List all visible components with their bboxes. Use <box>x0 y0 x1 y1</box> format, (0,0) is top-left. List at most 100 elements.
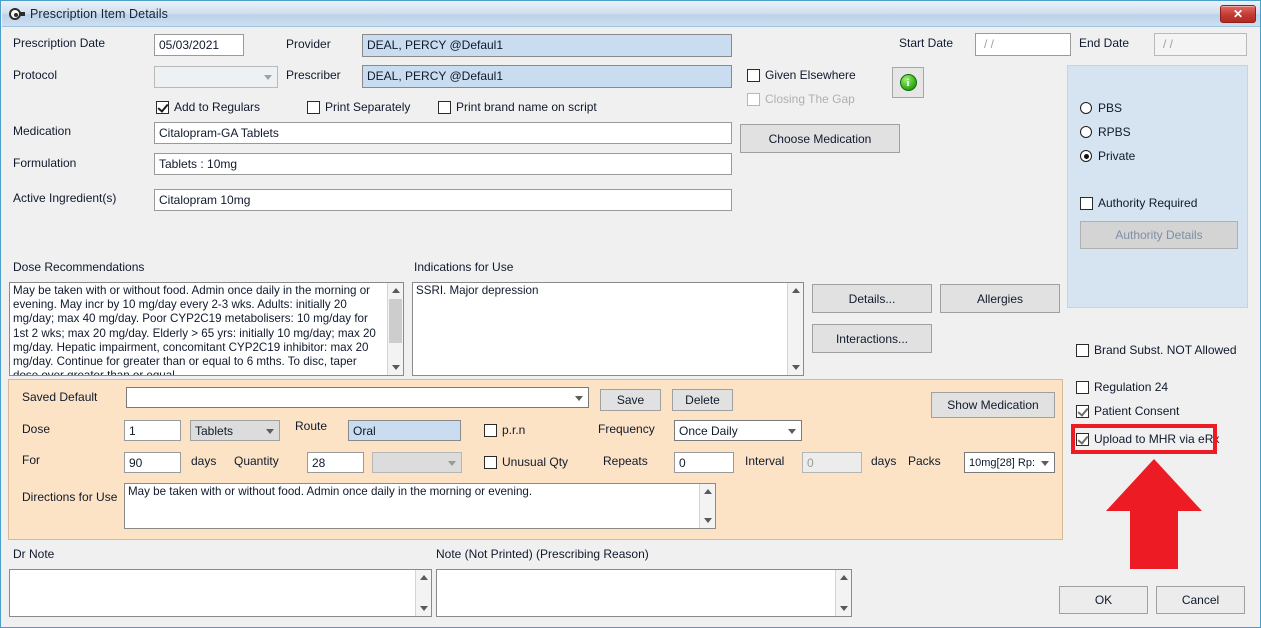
scrollbar-vertical[interactable] <box>387 283 403 375</box>
given-elsewhere-label: Given Elsewhere <box>765 68 856 82</box>
dose-details-panel: Saved Default Save Delete Show Medicatio… <box>8 379 1063 540</box>
patient-consent-label: Patient Consent <box>1094 404 1180 418</box>
prescriber-input[interactable]: DEAL, PERCY @Defaul1 <box>362 65 732 88</box>
checkbox-box <box>156 100 169 114</box>
unusual-qty-checkbox[interactable]: Unusual Qty <box>484 455 568 469</box>
red-arrow-annotation <box>1106 459 1202 569</box>
choose-medication-button[interactable]: Choose Medication <box>740 124 900 153</box>
benefit-type-panel: PBS RPBS Private Authority Required Auth… <box>1067 65 1248 308</box>
scroll-down-icon[interactable] <box>836 601 851 616</box>
quantity-input[interactable]: 28 <box>307 452 364 473</box>
radio-rpbs-label: RPBS <box>1098 125 1131 139</box>
authority-details-button[interactable]: Authority Details <box>1080 221 1238 249</box>
info-button[interactable]: i <box>892 67 924 98</box>
indications-textarea[interactable]: SSRI. Major depression <box>412 282 804 376</box>
closing-the-gap-checkbox[interactable]: Closing The Gap <box>747 92 855 106</box>
close-button[interactable]: ✕ <box>1220 5 1256 23</box>
prescription-date-label: Prescription Date <box>13 36 106 50</box>
allergies-button[interactable]: Allergies <box>940 284 1060 313</box>
checkbox-box <box>1076 404 1089 418</box>
ok-button[interactable]: OK <box>1059 586 1148 614</box>
days-label: days <box>191 454 217 468</box>
radio-private[interactable]: Private <box>1080 149 1135 163</box>
chevron-down-icon <box>1041 460 1049 466</box>
prescribing-reason-textarea[interactable] <box>436 569 852 617</box>
radio-pbs[interactable]: PBS <box>1080 101 1122 115</box>
dose-input[interactable]: 1 <box>124 420 181 441</box>
directions-textarea[interactable]: May be taken with or without food. Admin… <box>124 483 716 529</box>
scroll-thumb[interactable] <box>389 299 402 343</box>
delete-button[interactable]: Delete <box>672 389 733 411</box>
repeats-label: Repeats <box>603 454 648 468</box>
interval-label: Interval <box>745 454 785 468</box>
scrollbar-vertical[interactable] <box>699 484 715 528</box>
patient-consent-checkbox[interactable]: Patient Consent <box>1076 404 1179 418</box>
interactions-button[interactable]: Interactions... <box>812 324 932 353</box>
brand-subst-not-allowed-checkbox[interactable]: Brand Subst. NOT Allowed <box>1076 343 1237 357</box>
scrollbar-vertical[interactable] <box>835 570 851 616</box>
scroll-down-icon[interactable] <box>416 601 431 616</box>
given-elsewhere-checkbox[interactable]: Given Elsewhere <box>747 68 856 82</box>
show-medication-button[interactable]: Show Medication <box>931 392 1055 418</box>
scroll-up-icon[interactable] <box>388 283 403 298</box>
protocol-combo[interactable] <box>154 66 278 88</box>
print-separately-checkbox[interactable]: Print Separately <box>307 100 410 114</box>
provider-input[interactable]: DEAL, PERCY @Defaul1 <box>362 34 732 57</box>
dose-recommendations-label: Dose Recommendations <box>13 260 145 274</box>
print-brand-name-checkbox[interactable]: Print brand name on script <box>438 100 597 114</box>
unusual-qty-label: Unusual Qty <box>502 455 569 469</box>
details-button[interactable]: Details... <box>812 284 932 313</box>
interval-input[interactable]: 0 <box>802 452 862 473</box>
prescription-icon <box>9 7 25 21</box>
medication-label: Medication <box>13 124 72 138</box>
scrollbar-vertical[interactable] <box>787 283 803 375</box>
end-date-input[interactable]: / / <box>1154 33 1247 56</box>
scroll-up-icon[interactable] <box>836 570 851 585</box>
scrollbar-vertical[interactable] <box>415 570 431 616</box>
start-date-label: Start Date <box>899 36 954 50</box>
dose-recommendations-text: May be taken with or without food. Admin… <box>13 284 380 376</box>
frequency-combo[interactable]: Once Daily <box>674 420 802 441</box>
prn-checkbox[interactable]: p.r.n <box>484 423 525 437</box>
checkbox-box <box>1076 343 1089 357</box>
scroll-up-icon[interactable] <box>788 283 803 298</box>
indications-text: SSRI. Major depression <box>416 284 539 297</box>
radio-dot <box>1080 102 1092 114</box>
active-ingredients-input[interactable]: Citalopram 10mg <box>154 189 732 211</box>
prescribing-reason-label: Note (Not Printed) (Prescribing Reason) <box>436 547 649 561</box>
directions-text: May be taken with or without food. Admin… <box>128 485 533 498</box>
dr-note-label: Dr Note <box>13 547 55 561</box>
packs-combo[interactable]: 10mg[28] Rp: <box>964 452 1055 473</box>
cancel-button[interactable]: Cancel <box>1156 586 1245 614</box>
prescription-date-input[interactable]: 05/03/2021 <box>154 34 244 56</box>
save-button[interactable]: Save <box>600 389 661 411</box>
formulation-label: Formulation <box>13 156 77 170</box>
checkbox-box <box>1076 380 1089 394</box>
checkbox-box <box>484 455 497 469</box>
formulation-input[interactable]: Tablets : 10mg <box>154 153 732 175</box>
dose-recommendations-textarea[interactable]: May be taken with or without food. Admin… <box>9 282 404 376</box>
dr-note-textarea[interactable] <box>9 569 432 617</box>
route-input[interactable]: Oral <box>348 420 461 441</box>
scroll-down-icon[interactable] <box>388 360 403 375</box>
checkbox-box <box>438 100 451 114</box>
add-to-regulars-checkbox[interactable]: Add to Regulars <box>156 100 260 114</box>
scroll-up-icon[interactable] <box>416 570 431 585</box>
radio-rpbs[interactable]: RPBS <box>1080 125 1131 139</box>
scroll-down-icon[interactable] <box>700 513 715 528</box>
medication-input[interactable]: Citalopram-GA Tablets <box>154 122 732 144</box>
dose-unit-combo[interactable]: Tablets <box>190 420 280 441</box>
repeats-input[interactable]: 0 <box>674 452 734 473</box>
saved-default-combo[interactable] <box>126 387 589 408</box>
start-date-input[interactable]: / / <box>975 33 1071 56</box>
scroll-up-icon[interactable] <box>700 484 715 499</box>
packs-value: 10mg[28] Rp: <box>969 457 1036 469</box>
for-days-input[interactable]: 90 <box>124 452 181 473</box>
scroll-down-icon[interactable] <box>788 360 803 375</box>
prn-label: p.r.n <box>502 423 526 437</box>
authority-required-checkbox[interactable]: Authority Required <box>1080 196 1197 210</box>
chevron-down-icon <box>448 460 456 466</box>
regulation-24-checkbox[interactable]: Regulation 24 <box>1076 380 1168 394</box>
quantity-unit-combo[interactable] <box>372 452 462 473</box>
frequency-label: Frequency <box>598 422 655 436</box>
